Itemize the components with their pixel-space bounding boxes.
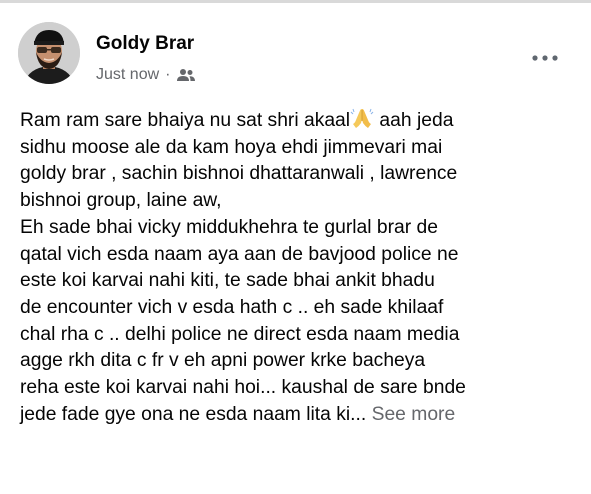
friends-icon[interactable] xyxy=(177,68,196,82)
post-text: Ram ram sare bhaiya nu sat shri akaal aa… xyxy=(20,107,580,428)
meta-separator: · xyxy=(165,66,171,83)
post-line-3: goldy brar , sachin bishnoi dhattaranwal… xyxy=(20,163,458,185)
post-text-segment: jede fade gye ona ne esda naam lita ki..… xyxy=(20,403,372,425)
avatar[interactable] xyxy=(18,22,80,84)
post-line-6: qatal vich esda naam aya aan de bavjood … xyxy=(20,243,459,265)
post-card: Goldy Brar Just now · Ram ram sare bhaiy xyxy=(0,0,591,494)
top-divider xyxy=(0,0,591,3)
post-meta: Just now · xyxy=(96,66,196,84)
post-line-11: reha este koi karvai nahi hoi... kaushal… xyxy=(20,377,466,399)
post-header: Goldy Brar Just now · xyxy=(18,22,578,86)
post-line-8: de encounter vich v esda hath c .. eh sa… xyxy=(20,296,444,318)
post-text-segment: Ram ram sare bhaiya nu sat shri akaal xyxy=(20,110,351,131)
post-text-segment: aah jeda xyxy=(374,110,454,131)
post-line-2: sidhu moose ale da kam hoya ehdi jimmeva… xyxy=(20,136,443,158)
post-line-10: agge rkh dita c fr v eh apni power krke … xyxy=(20,350,426,372)
author-name[interactable]: Goldy Brar xyxy=(96,33,194,55)
post-line-12: jede fade gye ona ne esda naam lita ki..… xyxy=(20,402,580,429)
more-options-icon[interactable] xyxy=(530,50,560,66)
see-more-link[interactable]: See more xyxy=(372,404,456,425)
folded-hands-icon xyxy=(350,107,374,129)
avatar-image xyxy=(18,22,80,84)
post-line-7: este koi karvai nahi kiti, te sade bhai … xyxy=(20,270,435,292)
post-line-4: bishnoi group, laine aw, xyxy=(20,190,222,212)
post-line-5: Eh sade bhai vicky middukhehra te gurlal… xyxy=(20,216,438,238)
timestamp[interactable]: Just now xyxy=(96,66,159,84)
post-line-9: chal rha c .. delhi police ne direct esd… xyxy=(20,323,460,345)
post-line-1: Ram ram sare bhaiya nu sat shri akaal aa… xyxy=(20,107,580,135)
